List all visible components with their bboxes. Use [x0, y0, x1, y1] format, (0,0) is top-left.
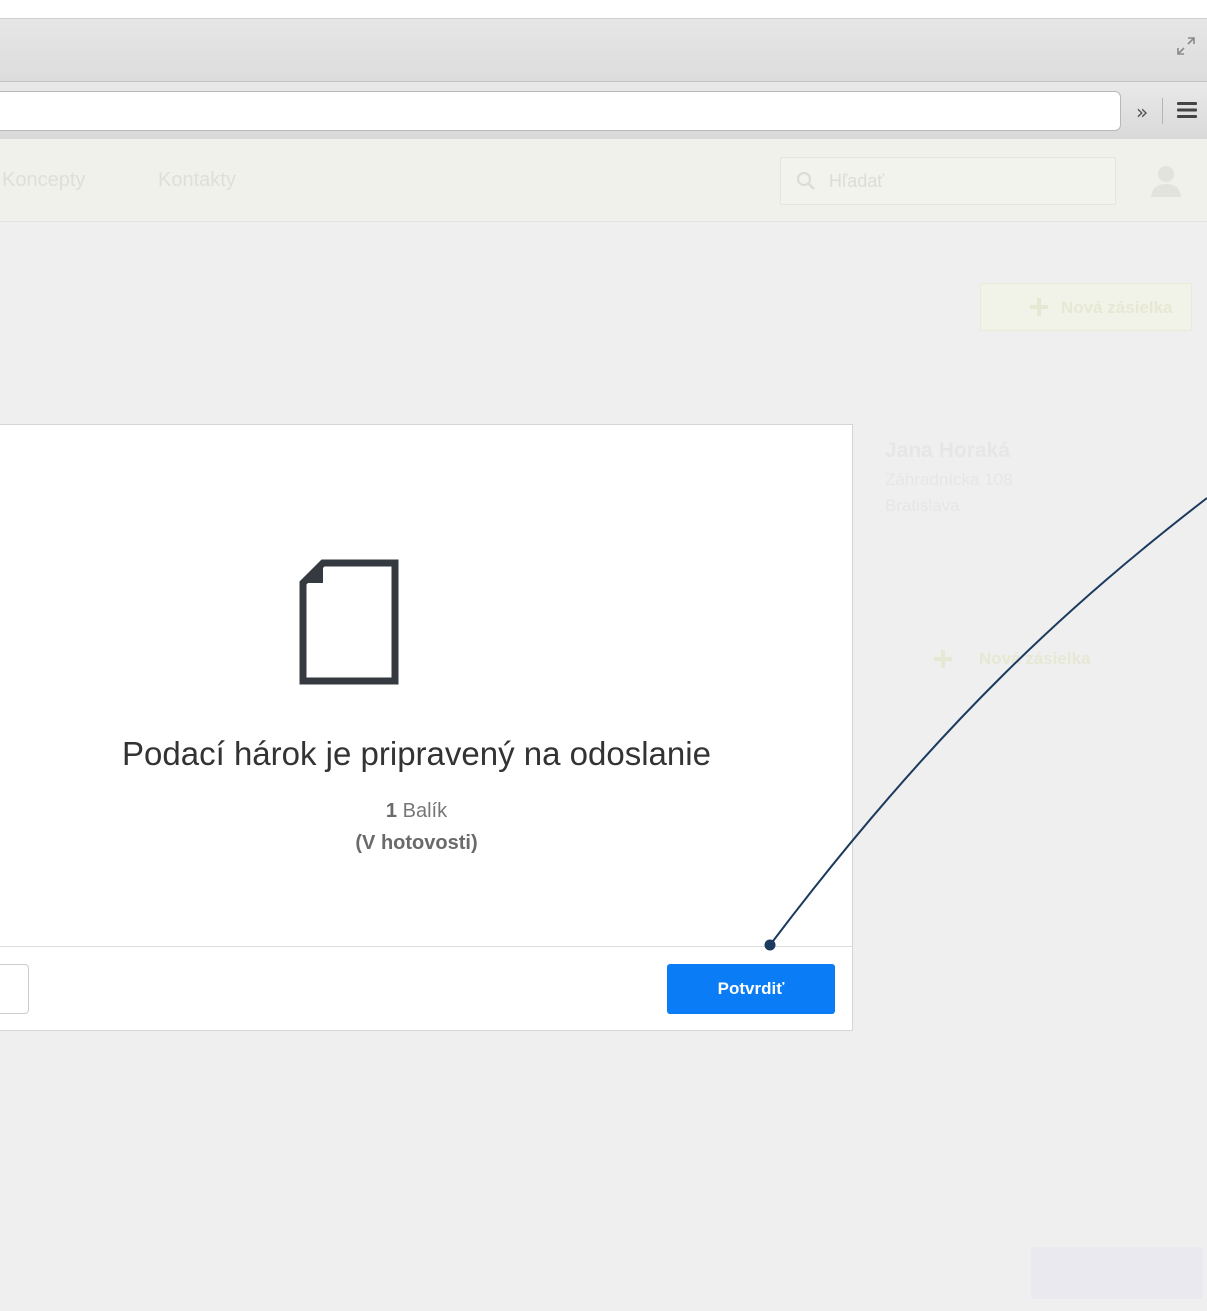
package-count: 1 Balík — [0, 800, 852, 823]
cancel-button[interactable] — [0, 964, 29, 1014]
plus-icon — [934, 650, 952, 668]
search-input[interactable]: Hľadať — [780, 157, 1116, 205]
menu-icon[interactable] — [1175, 98, 1199, 122]
fullscreen-icon[interactable] — [1175, 35, 1197, 57]
nav-link-koncepty[interactable]: Koncepty — [2, 169, 85, 192]
toolbar-divider — [1162, 98, 1163, 124]
search-placeholder: Hľadať — [829, 171, 885, 191]
package-count-number: 1 — [385, 800, 398, 822]
contact-name: Jana Horaká — [885, 439, 1010, 462]
new-shipment-label: Nová zásielka — [979, 649, 1091, 668]
package-count-label: Balík — [402, 800, 448, 822]
new-shipment-button-secondary[interactable]: Nová zásielka — [925, 639, 1125, 679]
chevron-more-icon[interactable]: » — [1136, 100, 1148, 124]
confirm-button[interactable]: Potvrdiť — [667, 964, 835, 1014]
confirm-dialog: Podací hárok je pripravený na odoslanie … — [0, 424, 853, 1031]
nav-link-kontakty[interactable]: Kontakty — [158, 169, 236, 192]
tab-strip — [0, 19, 1207, 81]
new-shipment-label: Nová zásielka — [1061, 298, 1173, 317]
browser-chrome: » — [0, 18, 1207, 141]
address-bar[interactable] — [0, 91, 1121, 131]
document-icon — [299, 559, 399, 685]
contact-street: Záhradnícka 108 — [885, 470, 1013, 489]
toolbar: » — [0, 81, 1207, 141]
search-icon — [796, 171, 815, 190]
payment-method: (V hotovosti) — [355, 832, 478, 854]
bottom-action-button[interactable] — [1031, 1247, 1203, 1299]
contact-city: Bratislava — [885, 496, 960, 515]
app-nav: Koncepty Kontakty Hľadať — [0, 139, 1207, 222]
dialog-footer: Potvrdiť — [0, 946, 852, 1031]
dialog-title: Podací hárok je pripravený na odoslanie — [122, 735, 711, 772]
new-shipment-button[interactable]: Nová zásielka — [980, 283, 1192, 331]
plus-icon — [1030, 298, 1048, 316]
avatar-icon[interactable] — [1146, 161, 1186, 201]
